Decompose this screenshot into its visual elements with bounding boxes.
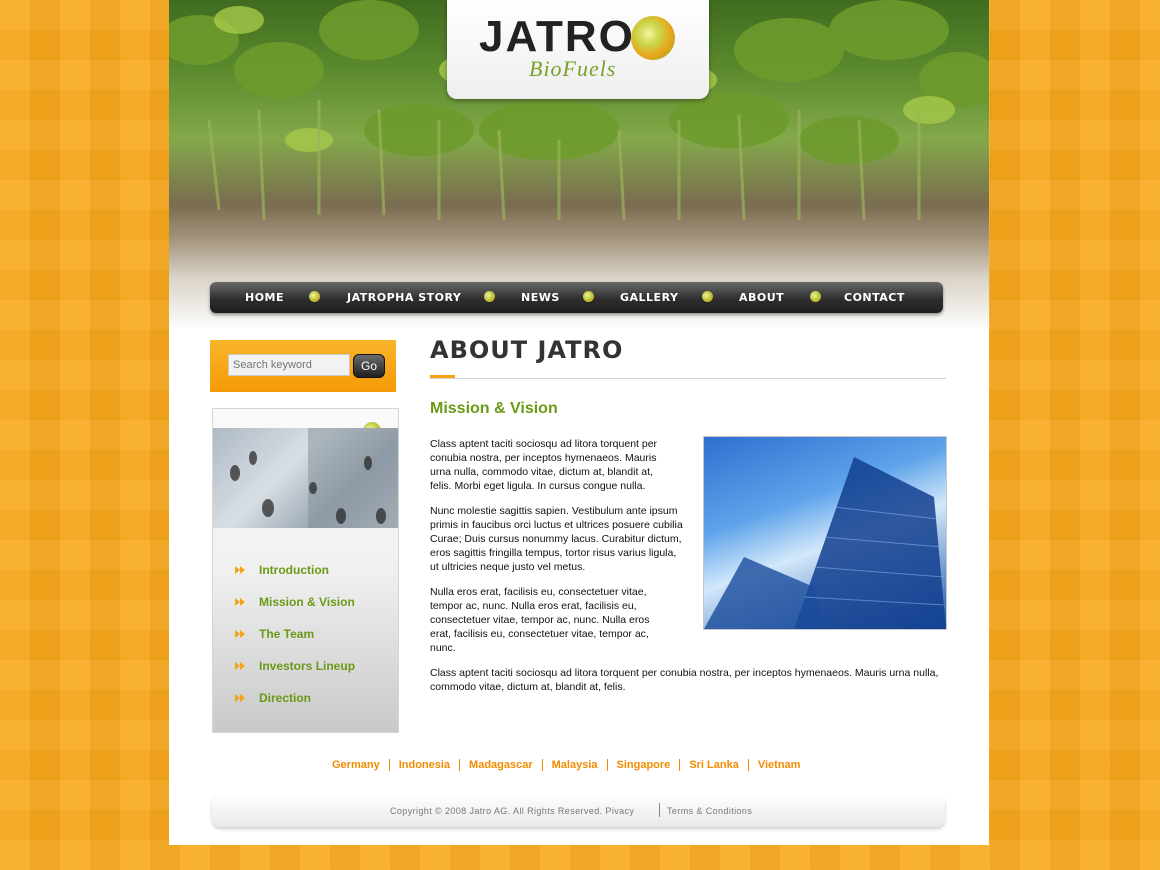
page-container: JATRO BioFuels HOME JATROPHA STORY NEWS … (169, 0, 989, 845)
country-link-vietnam[interactable]: Vietnam (747, 759, 810, 771)
country-links: Germany Indonesia Madagascar Malaysia Si… (332, 759, 809, 771)
country-link-sri-lanka[interactable]: Sri Lanka (679, 759, 748, 771)
footer-bar: Copyright © 2008 Jatro AG. All Rights Re… (212, 794, 945, 827)
sidebar-item-investors-lineup[interactable]: Investors Lineup (235, 650, 355, 682)
sidebar-item-mission-vision[interactable]: Mission & Vision (235, 586, 355, 618)
content-paragraph: Nunc molestie sagittis sapien. Vestibulu… (430, 505, 683, 573)
logo-name: JATRO (479, 12, 635, 61)
country-link-indonesia[interactable]: Indonesia (388, 759, 459, 771)
logo-orb-icon (631, 16, 675, 60)
sidebar-link[interactable]: The Team (259, 627, 314, 641)
content-paragraph: Class aptent taciti sociosqu ad litora t… (430, 438, 658, 492)
double-arrow-icon (235, 693, 247, 703)
section-heading: Mission & Vision (430, 400, 558, 417)
nav-separator-icon (309, 291, 320, 302)
sidebar-panel: Introduction Mission & Vision The Team I… (212, 408, 399, 733)
sidebar-item-the-team[interactable]: The Team (235, 618, 355, 650)
sidebar-link[interactable]: Investors Lineup (259, 659, 355, 673)
double-arrow-icon (235, 661, 247, 671)
main-nav: HOME JATROPHA STORY NEWS GALLERY ABOUT C… (210, 282, 943, 313)
nav-item-jatropha-story[interactable]: JATROPHA STORY (347, 291, 461, 304)
search-input[interactable] (228, 354, 350, 376)
header-banner: JATRO BioFuels HOME JATROPHA STORY NEWS … (169, 0, 989, 330)
sidebar-menu: Introduction Mission & Vision The Team I… (235, 554, 355, 714)
double-arrow-icon (235, 565, 247, 575)
copyright-text: Copyright © 2008 Jatro AG. All Rights Re… (390, 806, 635, 816)
logo[interactable]: JATRO BioFuels (447, 0, 709, 99)
double-arrow-icon (235, 629, 247, 639)
logo-tagline: BioFuels (529, 56, 617, 81)
sidebar-link[interactable]: Introduction (259, 563, 329, 577)
nav-item-about[interactable]: ABOUT (739, 291, 784, 304)
nav-item-news[interactable]: NEWS (521, 291, 560, 304)
sidebar-link[interactable]: Direction (259, 691, 311, 705)
title-divider (430, 378, 946, 379)
double-arrow-icon (235, 597, 247, 607)
content-paragraph: Nulla eros erat, facilisis eu, consectet… (430, 586, 650, 654)
building-photo (703, 436, 947, 630)
skyscraper-image (704, 457, 946, 629)
nav-separator-icon (702, 291, 713, 302)
content-paragraph: Class aptent taciti sociosqu ad litora t… (430, 667, 939, 693)
nav-separator-icon (484, 291, 495, 302)
search-go-button[interactable]: Go (353, 354, 385, 378)
terms-link[interactable]: Terms & Conditions (667, 806, 752, 816)
sidebar-item-direction[interactable]: Direction (235, 682, 355, 714)
country-link-germany[interactable]: Germany (332, 759, 389, 771)
search-box: Go (210, 340, 396, 392)
title-accent (430, 375, 455, 378)
sidebar-item-introduction[interactable]: Introduction (235, 554, 355, 586)
nav-item-gallery[interactable]: GALLERY (620, 291, 678, 304)
country-link-singapore[interactable]: Singapore (606, 759, 680, 771)
sidebar-link[interactable]: Mission & Vision (259, 595, 355, 609)
sidebar-photo (213, 428, 398, 528)
page-title: ABOUT JATRO (430, 336, 624, 364)
country-link-malaysia[interactable]: Malaysia (541, 759, 607, 771)
footer-divider (659, 803, 660, 817)
people-walking-image (230, 428, 398, 528)
nav-item-home[interactable]: HOME (245, 291, 284, 304)
nav-separator-icon (810, 291, 821, 302)
nav-item-contact[interactable]: CONTACT (844, 291, 905, 304)
country-link-madagascar[interactable]: Madagascar (459, 759, 542, 771)
nav-separator-icon (583, 291, 594, 302)
